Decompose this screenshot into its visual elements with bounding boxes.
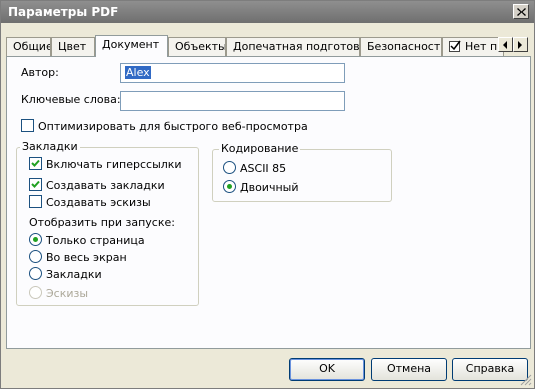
tab-color[interactable]: Цвет <box>51 37 95 56</box>
tab-general[interactable]: Общие <box>6 37 51 56</box>
optimize-web-label[interactable]: Оптимизировать для быстрого веб-просмотр… <box>38 120 308 133</box>
tab-label: Допечатная подготовка <box>233 40 360 53</box>
close-button[interactable] <box>513 4 529 19</box>
encoding-binary-radio[interactable] <box>223 180 236 193</box>
tab-label: Объекты <box>175 40 226 53</box>
tab-strip: Общие Цвет Документ Объекты Допечатная п… <box>6 35 531 57</box>
create-thumbnails-checkbox[interactable] <box>29 195 42 208</box>
startup-bookmarks-radio[interactable] <box>29 267 42 280</box>
startup-fullscreen-radio[interactable] <box>29 250 42 263</box>
tab-extra[interactable]: Нет п <box>442 37 504 56</box>
document-tab-panel: Автор: Alex Ключевые слова: Оптимизирова… <box>6 56 531 349</box>
tab-label: Нет п <box>465 40 498 53</box>
encoding-ascii85-radio[interactable] <box>223 161 236 174</box>
tab-document[interactable]: Документ <box>95 35 168 57</box>
include-hyperlinks-label[interactable]: Включать гиперссылки <box>46 158 182 171</box>
tab-scroll-right-button[interactable] <box>513 37 528 52</box>
close-icon <box>517 8 526 16</box>
tab-scroll-left-button[interactable] <box>498 37 513 52</box>
author-label: Автор: <box>21 66 59 79</box>
startup-thumbnails-label: Эскизы <box>46 287 89 300</box>
checkbox-doc-icon <box>449 40 461 52</box>
create-thumbnails-label[interactable]: Создавать эскизы <box>46 196 151 209</box>
startup-thumbnails-radio <box>29 286 42 299</box>
include-hyperlinks-checkbox[interactable] <box>29 157 42 170</box>
checkmark-icon <box>31 180 40 188</box>
keywords-label: Ключевые слова: <box>21 93 121 106</box>
author-input[interactable]: Alex <box>120 63 345 83</box>
tab-label: Цвет <box>58 40 87 53</box>
startup-bookmarks-label[interactable]: Закладки <box>46 268 102 281</box>
encoding-binary-label[interactable]: Двоичный <box>240 181 298 194</box>
help-button[interactable]: Справка <box>452 358 528 381</box>
tab-label: Общие <box>13 40 51 53</box>
resize-grip-icon[interactable] <box>520 374 532 386</box>
chevron-left-icon <box>503 41 507 49</box>
startup-fullscreen-label[interactable]: Во весь экран <box>46 251 127 264</box>
chevron-right-icon <box>518 41 522 49</box>
radio-dot <box>33 237 38 242</box>
tab-security[interactable]: Безопасность <box>360 37 442 56</box>
tab-prepress[interactable]: Допечатная подготовка <box>226 37 360 56</box>
cancel-button[interactable]: Отмена <box>371 358 447 381</box>
tab-objects[interactable]: Объекты <box>168 37 226 56</box>
author-value: Alex <box>125 66 151 79</box>
create-bookmarks-checkbox[interactable] <box>29 178 42 191</box>
startup-view-label: Отобразить при запуске: <box>29 216 175 229</box>
title-bar: Параметры PDF <box>1 1 534 23</box>
startup-page-only-label[interactable]: Только страница <box>46 234 145 247</box>
ok-button[interactable]: OK <box>289 358 365 381</box>
pdf-settings-dialog: Параметры PDF Общие Цвет Документ Объект… <box>0 0 535 389</box>
radio-dot <box>227 184 232 189</box>
create-bookmarks-label[interactable]: Создавать закладки <box>46 179 165 192</box>
keywords-input[interactable] <box>120 91 345 111</box>
window-title: Параметры PDF <box>8 5 119 19</box>
encoding-groupbox <box>212 149 392 202</box>
tab-label: Безопасность <box>367 40 442 53</box>
encoding-group-title: Кодирование <box>219 142 301 155</box>
tab-label: Документ <box>102 38 160 51</box>
encoding-ascii85-label[interactable]: ASCII 85 <box>240 162 286 175</box>
bookmarks-group-title: Закладки <box>20 140 80 153</box>
checkmark-icon <box>31 159 40 167</box>
startup-page-only-radio[interactable] <box>29 233 42 246</box>
optimize-web-checkbox[interactable] <box>21 119 34 132</box>
